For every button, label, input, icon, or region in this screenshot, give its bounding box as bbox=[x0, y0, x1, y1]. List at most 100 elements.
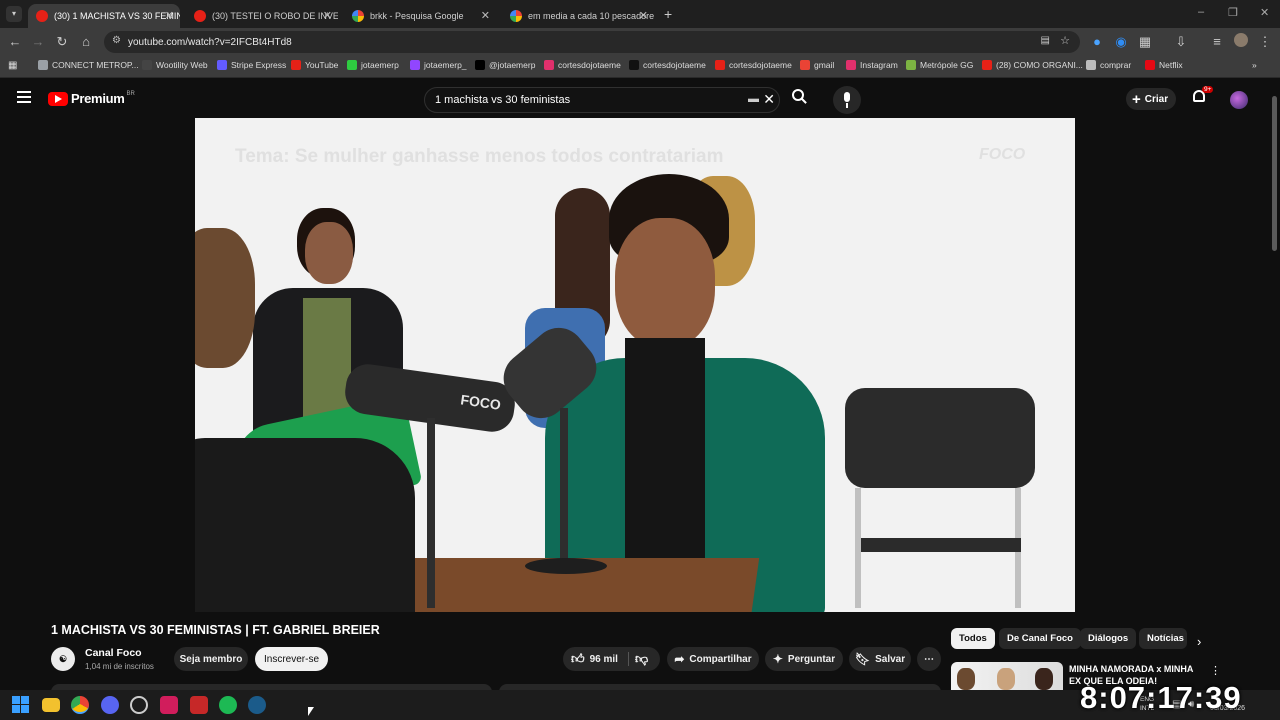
chip-news[interactable]: Notícias bbox=[1139, 628, 1187, 649]
bookmark-item[interactable]: Netflix bbox=[1145, 60, 1183, 70]
bookmark-item[interactable]: jotaemerp_ bbox=[410, 60, 467, 70]
bookmark-favicon-icon bbox=[715, 60, 725, 70]
bookmark-item[interactable]: cortesdojotaeme bbox=[544, 60, 621, 70]
chrome-icon[interactable] bbox=[71, 696, 89, 714]
keyboard-icon[interactable]: ▬ bbox=[748, 93, 759, 105]
back-icon[interactable]: ← bbox=[6, 33, 24, 51]
save-button[interactable]: 🔖︎ Salvar bbox=[849, 647, 911, 671]
dislike-icon[interactable]: 👎︎ bbox=[635, 651, 648, 667]
extension-icon[interactable]: ● bbox=[1088, 33, 1106, 51]
channel-name[interactable]: Canal Foco bbox=[85, 647, 142, 659]
file-explorer-icon[interactable] bbox=[42, 698, 60, 712]
page-scrollbar[interactable] bbox=[1272, 96, 1277, 251]
person-foreground bbox=[195, 228, 435, 612]
new-tab-button[interactable]: + bbox=[664, 6, 672, 22]
profile-avatar[interactable] bbox=[1232, 33, 1250, 51]
bookmark-item[interactable]: Metrópole GG bbox=[906, 60, 973, 70]
notifications-bell-icon[interactable]: 9+ bbox=[1193, 86, 1214, 106]
spotify-icon[interactable] bbox=[219, 696, 237, 714]
restore-button[interactable]: ❐ bbox=[1228, 6, 1238, 19]
menu-icon[interactable]: ⋮ bbox=[1256, 33, 1274, 51]
youtube-logo[interactable]: Premium BR bbox=[48, 91, 135, 106]
bookmark-favicon-icon bbox=[846, 60, 856, 70]
bookmark-item[interactable]: Stripe Express bbox=[217, 60, 286, 70]
account-avatar[interactable] bbox=[1230, 91, 1248, 109]
minimize-button[interactable]: – bbox=[1198, 6, 1204, 18]
ask-button[interactable]: ✦ Perguntar bbox=[765, 647, 843, 671]
chip-all[interactable]: Todos bbox=[951, 628, 995, 649]
subscribe-button[interactable]: Inscrever-se bbox=[255, 647, 328, 671]
subscriber-count: 1,04 mi de inscritos bbox=[85, 662, 154, 671]
chip-dialogues[interactable]: Diálogos bbox=[1080, 628, 1137, 649]
bookmark-item[interactable]: YouTube bbox=[291, 60, 338, 70]
extension-icon[interactable]: ◉ bbox=[1112, 33, 1130, 51]
share-button[interactable]: ➦ Compartilhar bbox=[667, 647, 759, 671]
windows-start-icon[interactable] bbox=[12, 696, 30, 714]
bookmark-item[interactable]: jotaemerp bbox=[347, 60, 399, 70]
hamburger-menu-icon[interactable] bbox=[17, 91, 31, 103]
bookmark-label: jotaemerp_ bbox=[424, 60, 467, 70]
bookmark-item[interactable]: Instagram bbox=[846, 60, 898, 70]
apps-icon[interactable]: ▦ bbox=[8, 60, 17, 71]
app-icon-red[interactable] bbox=[190, 696, 208, 714]
like-icon[interactable]: 👍︎ bbox=[571, 651, 585, 667]
tab-3[interactable]: em media a cada 10 pescadore ✕ bbox=[502, 4, 654, 28]
close-icon[interactable]: ✕ bbox=[481, 9, 490, 22]
bookmark-star-icon[interactable]: ☆ bbox=[1060, 34, 1070, 47]
google-icon bbox=[352, 10, 364, 22]
channel-avatar[interactable]: ☯ bbox=[51, 647, 75, 671]
logo-text: Premium bbox=[71, 91, 125, 106]
clear-search-icon[interactable]: ✕ bbox=[763, 91, 775, 108]
create-label: Criar bbox=[1144, 93, 1169, 105]
download-icon[interactable]: ⇩ bbox=[1172, 33, 1190, 51]
more-actions-button[interactable]: ⋯ bbox=[917, 647, 941, 671]
bookmark-label: comprar bbox=[1100, 60, 1132, 70]
tab-2[interactable]: brkk - Pesquisa Google ✕ bbox=[344, 4, 496, 28]
tab-search-button[interactable]: ▾ bbox=[6, 6, 22, 22]
bookmark-label: gmail bbox=[814, 60, 835, 70]
discord-icon[interactable] bbox=[101, 696, 119, 714]
more-bookmarks-icon[interactable]: » bbox=[1252, 60, 1257, 70]
search-input[interactable]: 1 machista vs 30 feministas ▬ ✕ bbox=[424, 87, 780, 113]
bookmark-item[interactable]: cortesdojotaeme bbox=[715, 60, 792, 70]
close-icon[interactable]: ✕ bbox=[323, 9, 332, 22]
close-window-button[interactable]: ✕ bbox=[1260, 6, 1269, 19]
puzzle-icon[interactable]: ▦ bbox=[1136, 33, 1154, 51]
bookmark-item[interactable]: cortesdojotaeme bbox=[629, 60, 706, 70]
create-button[interactable]: + Criar bbox=[1126, 88, 1176, 110]
chip-from-channel[interactable]: De Canal Foco bbox=[999, 628, 1081, 649]
forward-icon[interactable]: → bbox=[29, 33, 47, 51]
join-button[interactable]: Seja membro bbox=[174, 647, 248, 671]
bookmark-label: CONNECT METROP... bbox=[52, 60, 139, 70]
steam-icon[interactable] bbox=[248, 696, 266, 714]
reading-list-icon[interactable]: ≡ bbox=[1208, 33, 1226, 51]
close-icon[interactable]: ✕ bbox=[165, 9, 174, 22]
like-count[interactable]: 96 mil bbox=[590, 654, 618, 665]
bookmark-item[interactable]: CONNECT METROP... bbox=[38, 60, 139, 70]
recommendation-thumbnail[interactable] bbox=[951, 662, 1063, 690]
tab-1[interactable]: (30) TESTEI O ROBO DE INVEST ✕ bbox=[186, 4, 338, 28]
address-bar[interactable]: ⚙ youtube.com/watch?v=2IFCBt4HTd8 ▤ ☆ bbox=[104, 31, 1080, 53]
voice-search-icon[interactable] bbox=[833, 86, 861, 114]
mic-brand: FOCO bbox=[459, 391, 502, 413]
recommendation-menu-icon[interactable]: ⋮ bbox=[1210, 664, 1221, 677]
bookmark-item[interactable]: gmail bbox=[800, 60, 834, 70]
home-icon[interactable]: ⌂ bbox=[77, 33, 95, 51]
video-player[interactable]: Tema: Se mulher ganhasse menos todos con… bbox=[195, 118, 1075, 612]
bookmark-item[interactable]: comprar bbox=[1086, 60, 1131, 70]
install-icon[interactable]: ▤ bbox=[1041, 35, 1050, 46]
bookmark-item[interactable]: @jotaemerp bbox=[475, 60, 535, 70]
chevron-right-icon[interactable]: › bbox=[1197, 634, 1201, 649]
bookmark-label: (28) COMO ORGANI... bbox=[996, 60, 1083, 70]
browser-tab-bar: ▾ (30) 1 MACHISTA VS 30 FEMINI ✕ (30) TE… bbox=[0, 0, 1280, 28]
clock-app-icon[interactable] bbox=[130, 696, 148, 714]
tab-0[interactable]: (30) 1 MACHISTA VS 30 FEMINI ✕ bbox=[28, 4, 180, 28]
app-icon-red[interactable] bbox=[160, 696, 178, 714]
bookmark-item[interactable]: Wootility Web bbox=[142, 60, 208, 70]
close-icon[interactable]: ✕ bbox=[639, 9, 648, 22]
site-info-icon[interactable]: ⚙ bbox=[112, 35, 121, 46]
like-dislike-group: 👍︎ 96 mil 👎︎ bbox=[563, 647, 660, 671]
reload-icon[interactable]: ↻ bbox=[53, 33, 71, 51]
bookmark-item[interactable]: (28) COMO ORGANI... bbox=[982, 60, 1083, 70]
search-icon[interactable] bbox=[792, 89, 812, 109]
